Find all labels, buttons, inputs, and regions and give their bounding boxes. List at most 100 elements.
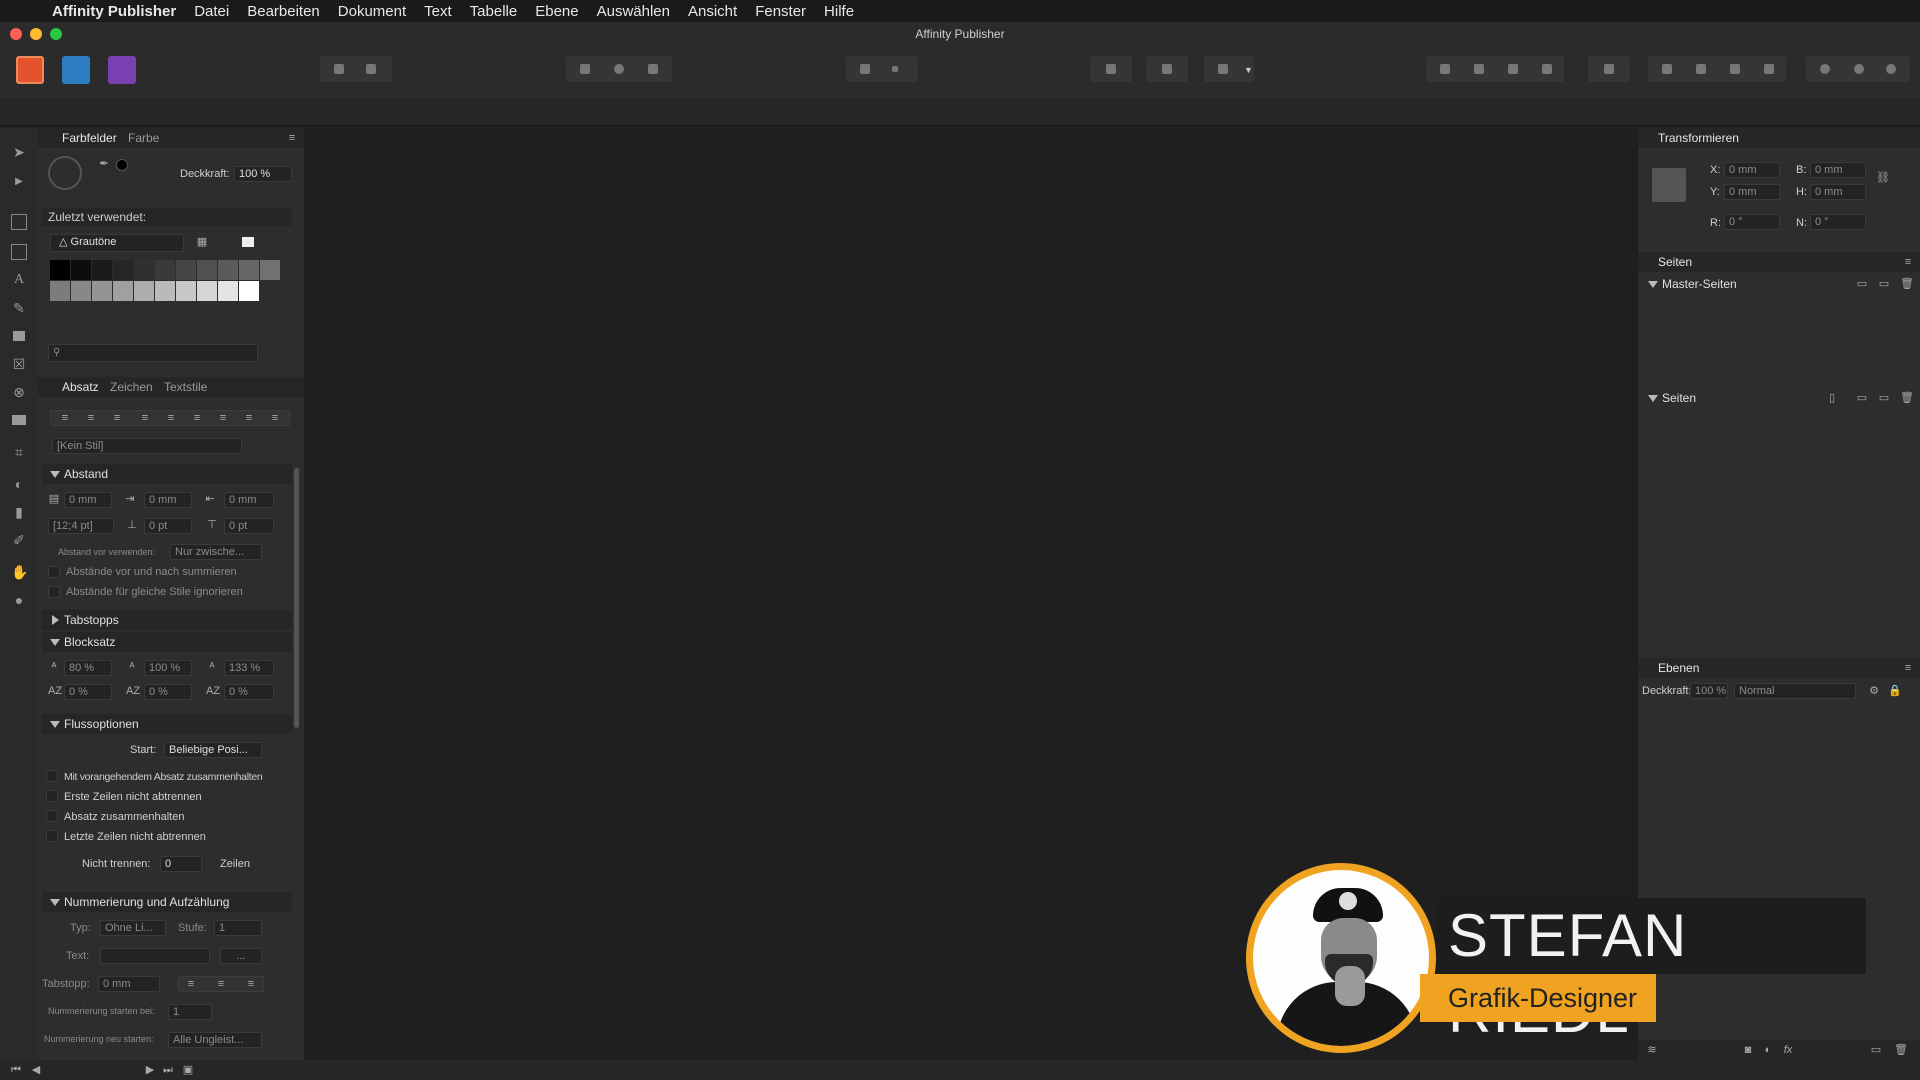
move-tool-icon[interactable]: ➤	[11, 144, 27, 160]
text-frame-button[interactable]	[1146, 56, 1188, 82]
place-image-tool-icon[interactable]	[11, 412, 27, 428]
swatch[interactable]	[92, 260, 112, 280]
zoom-window-button[interactable]	[50, 28, 62, 40]
delete-layer-icon[interactable]: 🗑	[1894, 1044, 1908, 1056]
fill-tool-icon[interactable]: ◐	[11, 476, 27, 492]
publisher-persona-icon[interactable]	[16, 56, 44, 84]
tab-textstile[interactable]: Textstile	[164, 380, 207, 394]
start-select[interactable]: Beliebige Posi...	[164, 742, 262, 758]
designer-persona-icon[interactable]	[108, 56, 136, 84]
space-below-field[interactable]: 0 pt	[224, 518, 274, 534]
toolbar-group-3[interactable]	[846, 56, 918, 82]
swatch[interactable]	[176, 260, 196, 280]
menu-ansicht[interactable]: Ansicht	[688, 3, 737, 20]
preview-button[interactable]	[1090, 56, 1132, 82]
swatch[interactable]	[50, 281, 70, 301]
fx-icon[interactable]: fx	[1782, 1044, 1794, 1056]
delete-page-icon[interactable]: 🗑	[1900, 392, 1914, 404]
lock-icon[interactable]: 🔒	[1888, 685, 1902, 697]
word-spacing-min[interactable]: 80 %	[64, 660, 112, 676]
section-tabstopps[interactable]: Tabstopps	[42, 610, 292, 630]
swatch[interactable]	[155, 260, 175, 280]
align-left-icon[interactable]: ≡	[59, 412, 71, 424]
stufe-field[interactable]: 1	[214, 920, 262, 936]
align-right-icon[interactable]: ≡	[111, 412, 123, 424]
minimize-window-button[interactable]	[30, 28, 42, 40]
prev-page-icon[interactable]: ◀	[30, 1064, 42, 1076]
add-layer-icon[interactable]: ▭	[1870, 1044, 1882, 1056]
pen-tool-icon[interactable]: ✎	[11, 300, 27, 316]
app-menu[interactable]: Affinity Publisher	[52, 3, 176, 20]
align-center-icon[interactable]: ≡	[85, 412, 97, 424]
current-color-dot[interactable]	[116, 159, 128, 171]
y-field[interactable]: 0 mm	[1724, 184, 1780, 200]
menu-auswaehlen[interactable]: Auswählen	[597, 3, 670, 20]
panel-menu-icon[interactable]: ≡	[286, 132, 298, 144]
checkbox-letzte-zeilen[interactable]	[46, 830, 58, 842]
color-picker-tool-icon[interactable]: ✐	[11, 532, 27, 548]
delete-master-icon[interactable]: 🗑	[1900, 278, 1914, 290]
letter-spacing-max[interactable]: 0 %	[224, 684, 274, 700]
x-field[interactable]: 0 mm	[1724, 162, 1780, 178]
tab-ebenen[interactable]: Ebenen	[1658, 661, 1699, 675]
checkbox-absatz-zusammenhalten[interactable]	[46, 810, 58, 822]
align-button[interactable]	[1588, 56, 1630, 82]
layers-stack-icon[interactable]: ≋	[1646, 1044, 1658, 1056]
checkbox-erste-zeilen[interactable]	[46, 790, 58, 802]
picture-frame-tool-icon[interactable]: ☒	[11, 356, 27, 372]
swatch[interactable]	[113, 260, 133, 280]
add-master-icon[interactable]: ▭	[1856, 278, 1868, 290]
section-nummerierung[interactable]: Nummerierung und Aufzählung	[42, 892, 292, 912]
add-page-icon[interactable]: ▭	[1856, 392, 1868, 404]
paragraph-style-select[interactable]: [Kein Stil]	[52, 438, 242, 454]
justify-left-icon[interactable]: ≡	[139, 412, 151, 424]
space-before-use-select[interactable]: Nur zwische...	[170, 544, 262, 560]
letter-spacing-min[interactable]: 0 %	[64, 684, 112, 700]
swatch[interactable]	[50, 260, 70, 280]
swatch[interactable]	[176, 281, 196, 301]
text-field[interactable]	[100, 948, 210, 964]
swatch[interactable]	[260, 260, 280, 280]
link-icon[interactable]: ⛓	[1876, 172, 1890, 184]
rectangle-tool-icon[interactable]	[11, 328, 27, 344]
space-field-1[interactable]: 0 mm	[64, 492, 112, 508]
menu-hilfe[interactable]: Hilfe	[824, 3, 854, 20]
text-frame-tool-icon[interactable]	[11, 214, 27, 230]
word-spacing-desired[interactable]: 100 %	[144, 660, 192, 676]
tabstopp-field[interactable]: 0 mm	[98, 976, 160, 992]
neu-starten-select[interactable]: Alle Ungleist...	[168, 1032, 262, 1048]
letter-spacing-desired[interactable]: 0 %	[144, 684, 192, 700]
b-field[interactable]: 0 mm	[1810, 162, 1866, 178]
swatch[interactable]	[71, 260, 91, 280]
boolean-group[interactable]	[1806, 56, 1910, 82]
section-flussoptionen[interactable]: Flussoptionen	[42, 714, 292, 734]
text-more-button[interactable]: ...	[220, 948, 262, 964]
start-bei-field[interactable]: 1	[168, 1004, 212, 1020]
none-swatch-icon[interactable]	[242, 237, 254, 247]
space-field-3[interactable]: 0 mm	[224, 492, 274, 508]
swatch[interactable]	[134, 281, 154, 301]
opacity-field[interactable]: 100 %	[234, 166, 292, 182]
pages-panel-menu-icon[interactable]: ≡	[1902, 256, 1914, 268]
blend-mode-select[interactable]: Normal	[1734, 683, 1856, 699]
zoom-tool-icon[interactable]: ●	[11, 592, 27, 608]
tab-zeichen[interactable]: Zeichen	[110, 380, 153, 394]
swatch-search-input[interactable]: ⚲	[48, 344, 258, 362]
menu-tabelle[interactable]: Tabelle	[470, 3, 518, 20]
color-picker-icon[interactable]: ✒	[98, 158, 110, 170]
tab-align-center-icon[interactable]: ≡	[215, 978, 227, 990]
typ-select[interactable]: Ohne Li...	[100, 920, 166, 936]
fill-stroke-well[interactable]	[48, 156, 82, 190]
checkbox-zusammenhalten-vorher[interactable]	[46, 770, 58, 782]
menu-datei[interactable]: Datei	[194, 3, 229, 20]
menu-ebene[interactable]: Ebene	[535, 3, 578, 20]
swatch[interactable]	[218, 281, 238, 301]
justify-center-icon[interactable]: ≡	[165, 412, 177, 424]
duplicate-page-icon[interactable]: ▭	[1878, 392, 1890, 404]
section-seiten[interactable]: Seiten	[1640, 388, 1918, 408]
table-tool-icon[interactable]	[11, 244, 27, 260]
tab-seiten[interactable]: Seiten	[1658, 255, 1692, 269]
tab-farbfelder[interactable]: Farbfelder	[62, 131, 117, 145]
arrange-group[interactable]	[1426, 56, 1564, 82]
left-panel-scrollbar[interactable]	[294, 468, 299, 728]
